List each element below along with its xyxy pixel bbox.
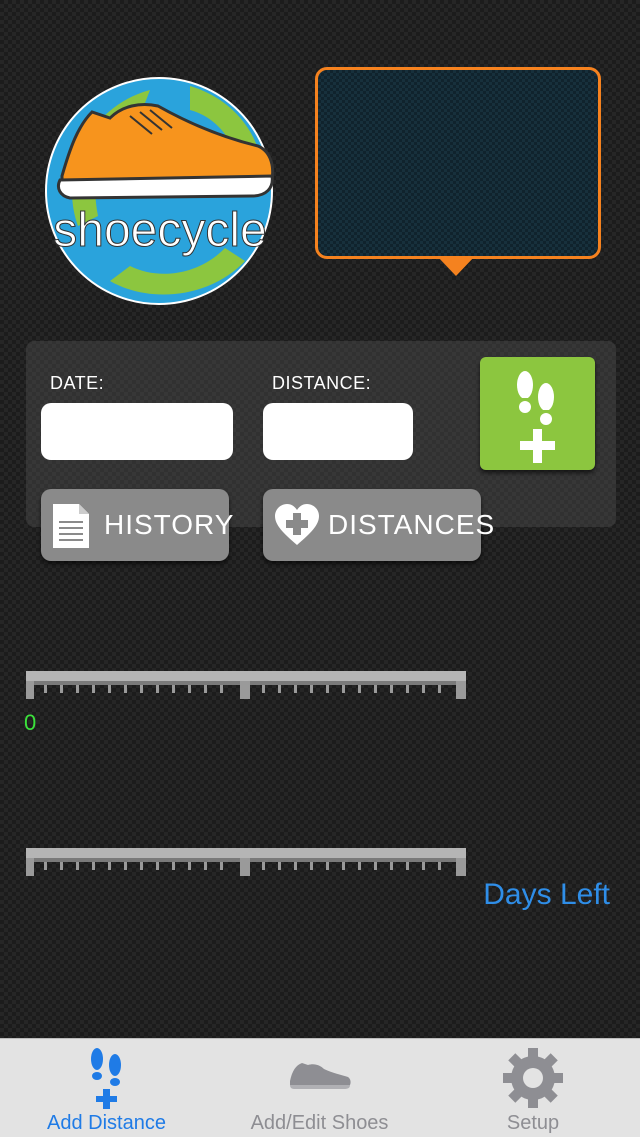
document-icon (53, 504, 89, 548)
tab-setup[interactable]: Setup (426, 1039, 640, 1137)
distance-field[interactable] (263, 403, 413, 460)
shoe-icon (289, 1063, 351, 1089)
distances-button-label: DISTANCES (328, 509, 496, 540)
logo-text: shoecycle (53, 204, 266, 257)
tab-add-distance-label: Add Distance (47, 1112, 166, 1134)
history-button-label: HISTORY (104, 509, 235, 540)
tab-setup-label: Setup (506, 1112, 560, 1134)
distance-label: DISTANCE: (272, 373, 372, 393)
message-bubble-tail (437, 256, 475, 276)
date-label: DATE: (50, 373, 105, 393)
gear-icon (503, 1048, 563, 1108)
distances-button[interactable]: DISTANCES (263, 489, 494, 561)
distance-start-label: 0 (24, 710, 37, 735)
distance-progress-ruler (26, 671, 466, 699)
date-field[interactable] (41, 403, 233, 460)
days-progress-ruler (26, 848, 466, 876)
add-distance-button[interactable] (480, 357, 595, 470)
tab-add-distance[interactable]: Add Distance (0, 1039, 213, 1137)
shoecycle-logo: shoecycle (45, 77, 275, 305)
history-button[interactable]: HISTORY (41, 489, 233, 561)
heart-plus-icon (275, 504, 319, 545)
footsteps-plus-icon (517, 371, 555, 463)
days-left-label: Days Left (483, 878, 610, 911)
footsteps-plus-icon (90, 1048, 121, 1109)
tab-add-edit-shoes[interactable]: Add/Edit Shoes (213, 1039, 426, 1137)
tab-add-edit-shoes-label: Add/Edit Shoes (250, 1112, 389, 1134)
tab-bar: Add Distance Add/Edit Shoes Setup (0, 1038, 640, 1137)
message-bubble (315, 67, 601, 259)
